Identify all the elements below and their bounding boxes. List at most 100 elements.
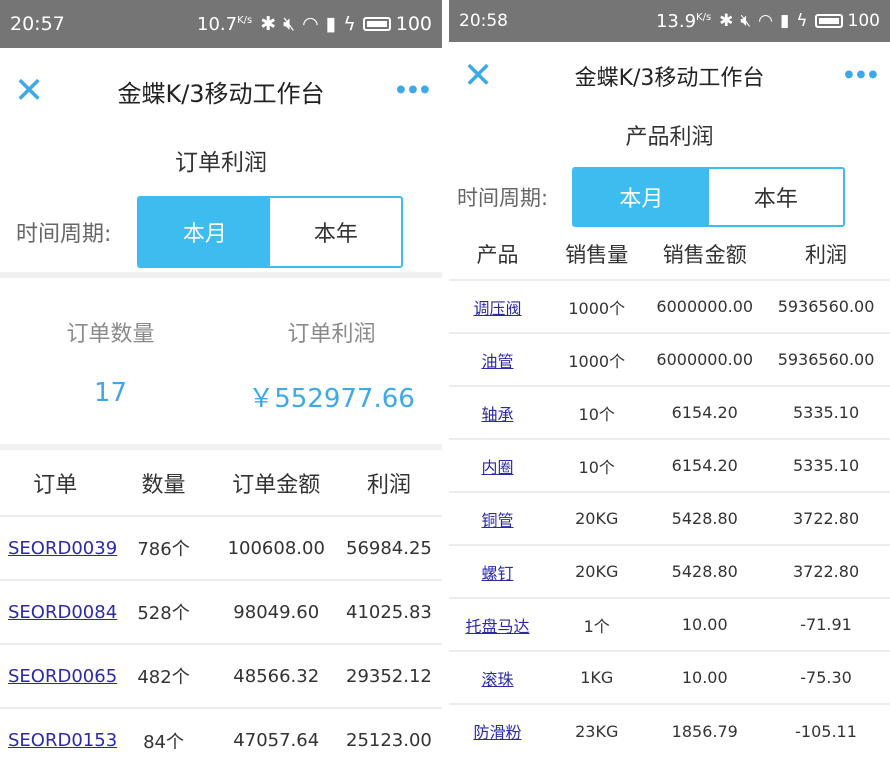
table-cell: 786个 [110, 515, 217, 580]
table-row: SEORD0039 786个 100608.00 56984.25 [0, 515, 442, 580]
table-cell: 1000个 [546, 279, 648, 333]
table-cell: 100608.00 [216, 515, 336, 580]
page-title: 产品利润 [625, 125, 714, 150]
product-link[interactable]: 螺钉 [482, 564, 514, 583]
status-bar: 20:57 10.7K/s ✱ 🔇︎ ◠ ▮ ϟ 100 [0, 0, 442, 48]
signal-icon: ▮ [325, 12, 337, 35]
table-row: 调压阀 1000个 6000000.00 5936560.00 [449, 279, 890, 333]
table-cell: 6000000.00 [647, 279, 763, 333]
product-link[interactable]: 托盘马达 [466, 617, 530, 636]
table-row: 铜管 20KG 5428.80 3722.80 [449, 491, 890, 545]
order-link[interactable]: SEORD0065 [8, 666, 117, 687]
network-speed: 13.9K/s [655, 10, 712, 32]
summary-panel: 订单数量 17 订单利润 ￥552977.66 [0, 278, 442, 444]
period-option-month[interactable]: 本月 [139, 198, 271, 266]
table-cell: 10个 [546, 385, 648, 439]
status-time: 20:57 [10, 13, 65, 35]
table-cell: 1856.79 [647, 703, 763, 757]
screen-gap [442, 0, 449, 759]
more-icon[interactable]: ••• [394, 79, 432, 104]
table-cell: 5936560.00 [762, 332, 890, 386]
table-cell: 6154.20 [647, 438, 763, 492]
battery-icon [814, 14, 843, 28]
battery-level: 100 [395, 13, 432, 35]
app-title: 金蝶K/3移动工作台 [117, 79, 325, 108]
table-cell: -71.91 [762, 597, 890, 651]
column-header: 产品 [476, 242, 519, 267]
table-cell: 29352.12 [335, 643, 442, 708]
product-link[interactable]: 油管 [482, 352, 514, 371]
table-cell: -75.30 [762, 650, 890, 704]
table-header: 订单 数量 订单金额 利润 [0, 450, 442, 516]
nav-bar: ✕ 金蝶K/3移动工作台 ••• [0, 48, 442, 134]
table-row: 滚珠 1KG 10.00 -75.30 [449, 650, 890, 704]
period-selector: 时间周期: 本月 本年 [449, 166, 890, 228]
close-icon[interactable]: ✕ [463, 56, 493, 97]
table-cell: 10个 [546, 438, 648, 492]
table-row: 油管 1000个 6000000.00 5936560.00 [449, 332, 890, 386]
product-link[interactable]: 内圈 [482, 458, 514, 477]
period-segmented-control: 本月 本年 [572, 167, 846, 227]
table-cell: 482个 [110, 643, 217, 708]
order-table: 订单 数量 订单金额 利润 SEORD0039 786个 100608.00 5… [0, 450, 442, 759]
order-count-label: 订单数量 [66, 322, 155, 347]
table-cell: 41025.83 [335, 579, 442, 644]
table-cell: 20KG [546, 544, 648, 598]
table-cell: 98049.60 [216, 579, 336, 644]
period-option-year[interactable]: 本年 [270, 198, 402, 266]
wifi-icon: ◠ [302, 12, 319, 35]
table-row: 轴承 10个 6154.20 5335.10 [449, 385, 890, 439]
table-cell: 5428.80 [647, 544, 763, 598]
left-screen: 20:57 10.7K/s ✱ 🔇︎ ◠ ▮ ϟ 100 ✕ 金蝶K/3移动工作… [0, 0, 442, 759]
page-title: 订单利润 [175, 150, 267, 176]
table-header: 产品 销售量 销售金额 利润 [449, 228, 890, 280]
product-link[interactable]: 调压阀 [474, 299, 522, 318]
order-link[interactable]: SEORD0084 [8, 602, 117, 623]
table-cell: 6154.20 [647, 385, 763, 439]
table-cell: 56984.25 [335, 515, 442, 580]
product-link[interactable]: 铜管 [482, 511, 514, 530]
table-cell: 10.00 [647, 597, 763, 651]
order-count-value: 17 [93, 378, 128, 408]
product-link[interactable]: 滚珠 [482, 670, 514, 689]
product-link[interactable]: 轴承 [482, 405, 514, 424]
table-cell: -105.11 [762, 703, 890, 757]
table-row: SEORD0065 482个 48566.32 29352.12 [0, 643, 442, 708]
order-profit-label: 订单利润 [287, 322, 376, 347]
signal-icon: ▮ [779, 10, 790, 31]
period-segmented-control: 本月 本年 [137, 196, 404, 268]
table-cell: 5335.10 [762, 385, 890, 439]
battery-level: 100 [847, 11, 880, 31]
table-cell: 1KG [546, 650, 648, 704]
order-link[interactable]: SEORD0039 [8, 538, 117, 559]
charging-icon: ϟ [343, 12, 356, 35]
charging-icon: ϟ [796, 10, 808, 31]
period-option-month[interactable]: 本月 [574, 169, 709, 225]
mute-icon: 🔇︎ [740, 10, 752, 31]
period-label: 时间周期: [16, 222, 112, 247]
wifi-icon: ◠ [758, 10, 773, 31]
order-profit-value: ￥552977.66 [248, 384, 415, 414]
column-header: 订单金额 [232, 472, 321, 498]
table-row: 托盘马达 1个 10.00 -71.91 [449, 597, 890, 651]
network-speed: 10.7K/s [197, 13, 253, 35]
table-row: 螺钉 20KG 5428.80 3722.80 [449, 544, 890, 598]
table-cell: 6000000.00 [647, 332, 763, 386]
product-link[interactable]: 防滑粉 [474, 723, 522, 742]
column-header: 数量 [141, 472, 186, 498]
column-header: 利润 [805, 242, 848, 267]
table-cell: 48566.32 [216, 643, 336, 708]
table-row: SEORD0153 84个 47057.64 25123.00 [0, 707, 442, 759]
mute-icon: 🔇︎ [283, 12, 296, 35]
order-link[interactable]: SEORD0153 [8, 730, 117, 751]
table-cell: 3722.80 [762, 544, 890, 598]
close-icon[interactable]: ✕ [14, 71, 44, 112]
table-cell: 23KG [546, 703, 648, 757]
right-screen: 20:58 13.9K/s ✱ 🔇︎ ◠ ▮ ϟ 100 ✕ 金蝶K/3移动工作… [449, 0, 890, 759]
column-header: 利润 [366, 472, 411, 498]
more-icon[interactable]: ••• [842, 64, 880, 89]
table-row: SEORD0084 528个 98049.60 41025.83 [0, 579, 442, 644]
period-option-year[interactable]: 本年 [708, 169, 844, 225]
table-cell: 84个 [110, 707, 217, 759]
table-row: 内圈 10个 6154.20 5335.10 [449, 438, 890, 492]
